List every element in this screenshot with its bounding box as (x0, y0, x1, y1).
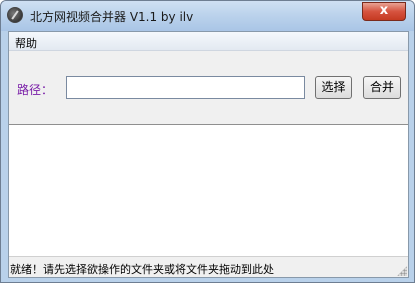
path-label: 路径： (17, 83, 54, 97)
path-input[interactable] (66, 76, 305, 99)
close-button[interactable]: x (362, 2, 406, 21)
status-text: 就绪！请先选择欲操作的文件夹或将文件夹拖动到此处 (10, 263, 274, 276)
menu-bar: 帮助 (9, 32, 408, 51)
menu-item-help[interactable]: 帮助 (15, 35, 37, 51)
file-list-area[interactable] (9, 124, 408, 257)
status-bar: 就绪！请先选择欲操作的文件夹或将文件夹拖动到此处 (9, 259, 408, 277)
merge-button[interactable]: 合并 (363, 76, 401, 99)
title-bar[interactable]: 北方网视频合并器 V1.1 by ilv x (1, 1, 414, 31)
client-area: 帮助 路径： 选择 合并 就绪！请先选择欲操作的文件夹或将文件夹拖动到此处 (8, 31, 409, 278)
resize-grip-icon[interactable] (397, 266, 407, 276)
window-title: 北方网视频合并器 V1.1 by ilv (30, 10, 194, 24)
app-icon[interactable] (7, 7, 23, 23)
select-button[interactable]: 选择 (315, 76, 352, 99)
app-window: 北方网视频合并器 V1.1 by ilv x 帮助 路径： 选择 合并 就绪！请… (0, 0, 415, 283)
